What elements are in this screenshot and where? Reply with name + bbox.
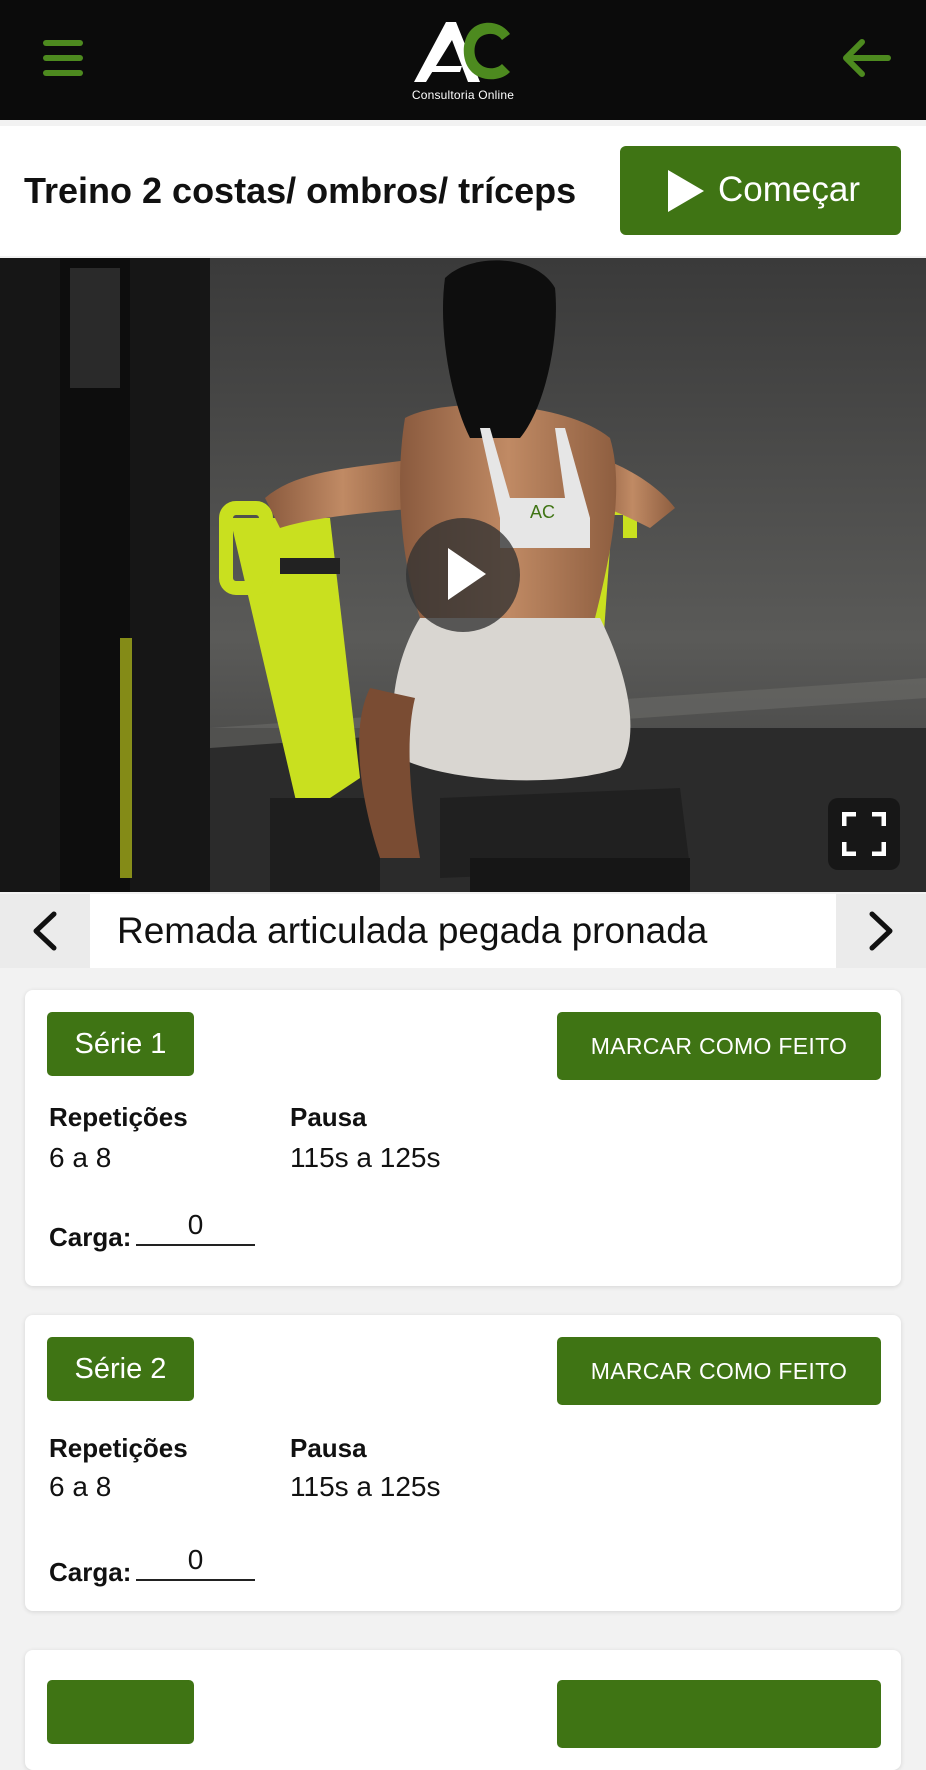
series-card: Série 2 MARCAR COMO FEITO Repetições 6 a… — [25, 1315, 901, 1611]
series-badge — [47, 1680, 194, 1744]
svg-text:AC: AC — [530, 502, 555, 522]
menu-line — [43, 55, 83, 61]
reps-label: Repetições — [49, 1102, 188, 1132]
previous-exercise-button[interactable] — [0, 894, 90, 968]
series-badge: Série 2 — [47, 1337, 194, 1401]
top-bar: Consultoria Online — [0, 0, 926, 120]
chevron-right-icon — [869, 911, 893, 951]
start-button-label: Começar — [718, 170, 860, 209]
workout-header: Treino 2 costas/ ombros/ tríceps Começar — [0, 126, 926, 256]
reps-value: 6 a 8 — [49, 1471, 112, 1502]
play-icon — [448, 548, 486, 600]
mark-done-button[interactable]: MARCAR COMO FEITO — [557, 1012, 881, 1080]
rest-value: 115s a 125s — [290, 1471, 441, 1502]
reps-value: 6 a 8 — [49, 1142, 112, 1173]
play-icon — [668, 170, 704, 212]
menu-line — [43, 70, 83, 76]
start-workout-button[interactable]: Começar — [620, 146, 901, 235]
logo-subtitle: Consultoria Online — [411, 88, 515, 102]
fullscreen-icon[interactable] — [828, 798, 900, 870]
arrow-left-icon[interactable] — [840, 36, 892, 80]
series-badge: Série 1 — [47, 1012, 194, 1076]
rest-label: Pausa — [290, 1102, 367, 1132]
workout-title: Treino 2 costas/ ombros/ tríceps — [24, 170, 577, 211]
load-label: Carga: — [49, 1557, 132, 1587]
mark-done-button[interactable] — [557, 1680, 881, 1748]
load-label: Carga: — [49, 1222, 132, 1252]
series-card: Série 1 MARCAR COMO FEITO Repetições 6 a… — [25, 990, 901, 1286]
reps-label: Repetições — [49, 1433, 188, 1463]
logo-mark — [414, 22, 510, 82]
video-play-button[interactable] — [406, 518, 520, 632]
next-exercise-button[interactable] — [836, 894, 926, 968]
chevron-left-icon — [33, 911, 57, 951]
exercise-name: Remada articulada pegada pronada — [117, 910, 708, 951]
mark-done-button[interactable]: MARCAR COMO FEITO — [557, 1337, 881, 1405]
app-logo: Consultoria Online — [410, 18, 516, 104]
load-input[interactable] — [136, 1541, 255, 1581]
rest-label: Pausa — [290, 1433, 367, 1463]
exercise-video[interactable]: AC — [0, 258, 926, 892]
exercise-navigator: Remada articulada pegada pronada — [0, 894, 926, 968]
series-card — [25, 1650, 901, 1770]
menu-line — [43, 40, 83, 46]
load-input[interactable] — [136, 1206, 255, 1246]
rest-value: 115s a 125s — [290, 1142, 441, 1173]
hamburger-menu-icon[interactable] — [40, 38, 86, 78]
